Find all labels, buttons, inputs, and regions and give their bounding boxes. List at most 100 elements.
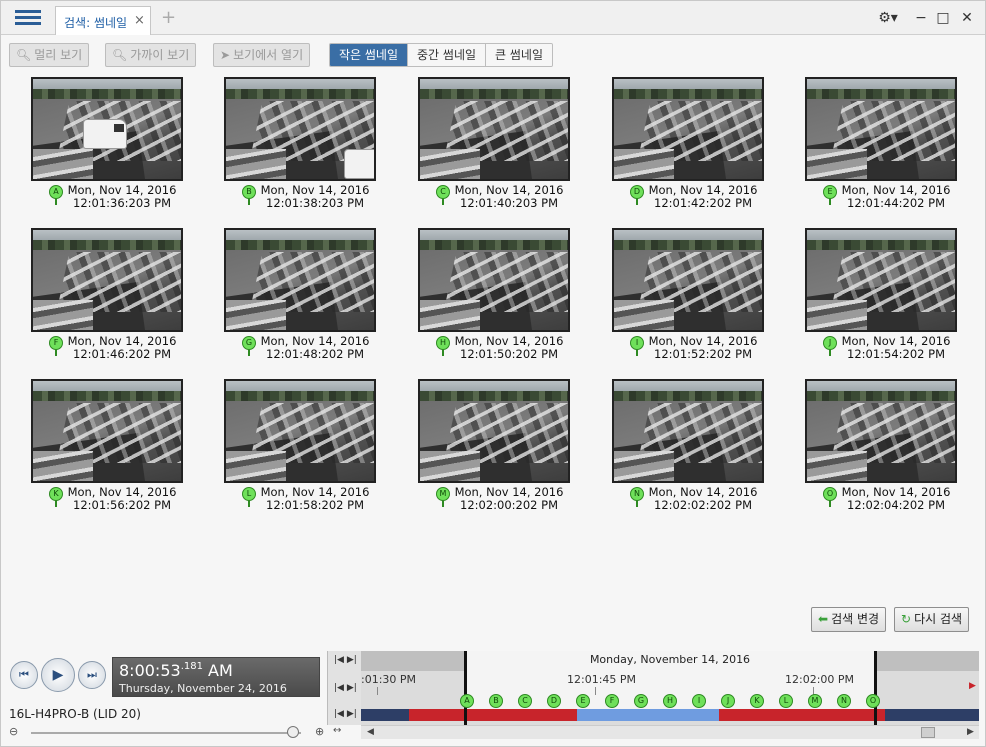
magnifier-icon: 🔍︎ — [112, 48, 128, 62]
timeline-marker-icon[interactable]: C — [518, 694, 532, 708]
zoom-out-button[interactable]: 🔍︎ 멀리 보기 — [9, 43, 90, 67]
timeline[interactable]: Monday, November 14, 2016 :01:30 PM 12:0… — [361, 651, 979, 725]
thumbnail-image[interactable] — [612, 228, 764, 332]
thumbnail-caption: Mon, Nov 14, 2016 12:01:54:202 PM — [811, 335, 981, 361]
zoom-in-button[interactable]: 🔍︎ 가까이 보기 — [105, 43, 197, 67]
thumbnail-caption: Mon, Nov 14, 2016 12:01:36:203 PM — [37, 184, 207, 210]
thumbnail-image[interactable] — [805, 228, 957, 332]
timeline-marker-icon[interactable]: E — [576, 694, 590, 708]
clock-date: Thursday, November 24, 2016 — [119, 682, 287, 695]
thumbnail-image[interactable] — [418, 228, 570, 332]
scroll-right-arrow-icon[interactable]: ▶ — [967, 726, 974, 739]
refresh-icon: ↻ — [901, 612, 912, 626]
timeline-marker-icon[interactable]: I — [692, 694, 706, 708]
thumbnail-time: 12:01:50:202 PM — [460, 347, 558, 361]
play-button[interactable]: ▶ — [41, 658, 75, 692]
arrow-right-icon: ➤ — [220, 48, 231, 62]
timeline-tick-label: :01:30 PM — [361, 673, 417, 686]
timeline-marker-icon[interactable]: O — [866, 694, 880, 708]
track-nav-icon[interactable]: |◀ ▶| — [334, 683, 357, 693]
thumbnail-image[interactable] — [805, 77, 957, 181]
thumbnail-caption: Mon, Nov 14, 2016 12:01:40:203 PM — [424, 184, 594, 210]
step-back-button[interactable]: ⏮ — [10, 661, 38, 689]
main-menu-icon[interactable] — [11, 7, 45, 29]
zoom-out-small-icon[interactable]: ⊖ — [9, 725, 18, 738]
step-forward-button[interactable]: ⏭ — [78, 661, 106, 689]
search-again-button[interactable]: ↻ 다시 검색 — [894, 607, 970, 632]
scroll-thumb[interactable] — [921, 727, 935, 738]
thumbnail-time: 12:01:46:202 PM — [73, 347, 171, 361]
timeline-zoom-track — [31, 732, 301, 734]
timeline-marker-icon[interactable]: L — [779, 694, 793, 708]
step-forward-icon: ⏭ — [87, 668, 97, 681]
add-tab-icon[interactable]: + — [161, 7, 176, 28]
timeline-scrollbar[interactable]: ◀ ▶ — [361, 725, 979, 739]
size-option-0[interactable]: 작은 썸네일 — [330, 44, 408, 66]
link-icon[interactable]: ↔ — [333, 725, 341, 736]
open-in-view-button[interactable]: ➤ 보기에서 열기 — [213, 43, 311, 67]
thumbnail-time: 12:02:00:202 PM — [460, 498, 558, 512]
timeline-marker-icon[interactable]: A — [460, 694, 474, 708]
maximize-icon[interactable]: □ — [933, 9, 953, 27]
timeline-marker-icon[interactable]: J — [721, 694, 735, 708]
camera-label: 16L-H4PRO-B (LID 20) — [9, 707, 141, 721]
timeline-marker-icon[interactable]: K — [750, 694, 764, 708]
size-option-1[interactable]: 중간 썸네일 — [407, 44, 486, 66]
timeline-tick-label: 12:02:00 PM — [785, 673, 855, 686]
track-nav-icon[interactable]: |◀ ▶| — [334, 709, 357, 719]
timeline-end-handle[interactable] — [874, 651, 877, 725]
track-nav-icon[interactable]: |◀ ▶| — [334, 655, 357, 665]
zoom-in-small-icon[interactable]: ⊕ — [315, 725, 324, 738]
timeline-marker-icon[interactable]: N — [837, 694, 851, 708]
thumbnail-time: 12:01:58:202 PM — [266, 498, 364, 512]
thumbnail-image[interactable] — [224, 228, 376, 332]
thumbnail-image[interactable] — [612, 379, 764, 483]
timeline-marker-icon[interactable]: M — [808, 694, 822, 708]
close-tab-icon[interactable]: × — [134, 13, 145, 28]
timeline-start-handle[interactable] — [464, 651, 467, 725]
thumbnail-caption: Mon, Nov 14, 2016 12:01:58:202 PM — [230, 486, 400, 512]
thumbnail-time: 12:01:54:202 PM — [847, 347, 945, 361]
thumbnail-image[interactable] — [418, 379, 570, 483]
scroll-left-arrow-icon[interactable]: ◀ — [367, 726, 374, 739]
thumbnail-image[interactable] — [31, 77, 183, 181]
thumbnail-image[interactable] — [805, 379, 957, 483]
motion-bar — [577, 709, 719, 721]
thumbnail-image[interactable] — [224, 379, 376, 483]
tab-label: 검색: 썸네일 — [64, 16, 128, 30]
magnifier-icon: 🔍︎ — [16, 48, 32, 62]
size-option-2[interactable]: 큰 썸네일 — [485, 44, 553, 66]
recording-bar — [719, 709, 885, 721]
thumbnail-caption: Mon, Nov 14, 2016 12:02:02:202 PM — [618, 486, 788, 512]
thumbnail-image[interactable] — [31, 379, 183, 483]
timeline-playhead-arrow-icon: ▶ — [969, 681, 976, 691]
timeline-marker-icon[interactable]: B — [489, 694, 503, 708]
thumbnail-caption: Mon, Nov 14, 2016 12:02:00:202 PM — [424, 486, 594, 512]
recording-bar — [409, 709, 577, 721]
thumbnail-caption: Mon, Nov 14, 2016 12:02:04:202 PM — [811, 486, 981, 512]
change-search-button[interactable]: ⬅ 검색 변경 — [811, 607, 887, 632]
thumbnail-image[interactable] — [418, 77, 570, 181]
timeline-zoom-knob[interactable] — [287, 726, 299, 738]
thumbnail-time: 12:02:02:202 PM — [654, 498, 752, 512]
timeline-marker-icon[interactable]: G — [634, 694, 648, 708]
tab-search-thumbnails[interactable]: 검색: 썸네일 × — [55, 6, 151, 35]
clock-ampm: AM — [208, 661, 233, 680]
settings-gear-icon[interactable]: ⚙▾ — [875, 9, 901, 27]
thumbnail-image[interactable] — [31, 228, 183, 332]
close-window-icon[interactable]: ✕ — [957, 9, 977, 27]
minimize-icon[interactable]: − — [911, 9, 931, 27]
thumbnail-image[interactable] — [224, 77, 376, 181]
timeline-tick — [595, 687, 596, 695]
thumbnail-caption: Mon, Nov 14, 2016 12:01:42:202 PM — [618, 184, 788, 210]
thumbnail-time: 12:01:48:202 PM — [266, 347, 364, 361]
thumbnail-caption: Mon, Nov 14, 2016 12:01:56:202 PM — [37, 486, 207, 512]
timeline-marker-icon[interactable]: D — [547, 694, 561, 708]
thumbnail-caption: Mon, Nov 14, 2016 12:01:50:202 PM — [424, 335, 594, 361]
timeline-marker-icon[interactable]: H — [663, 694, 677, 708]
thumbnail-image[interactable] — [612, 77, 764, 181]
playback-clock: 8:00:53.181 AM Thursday, November 24, 20… — [112, 657, 320, 697]
timeline-marker-icon[interactable]: F — [605, 694, 619, 708]
clock-time: 8:00:53.181 AM — [119, 661, 233, 680]
timeline-tick — [377, 687, 378, 695]
